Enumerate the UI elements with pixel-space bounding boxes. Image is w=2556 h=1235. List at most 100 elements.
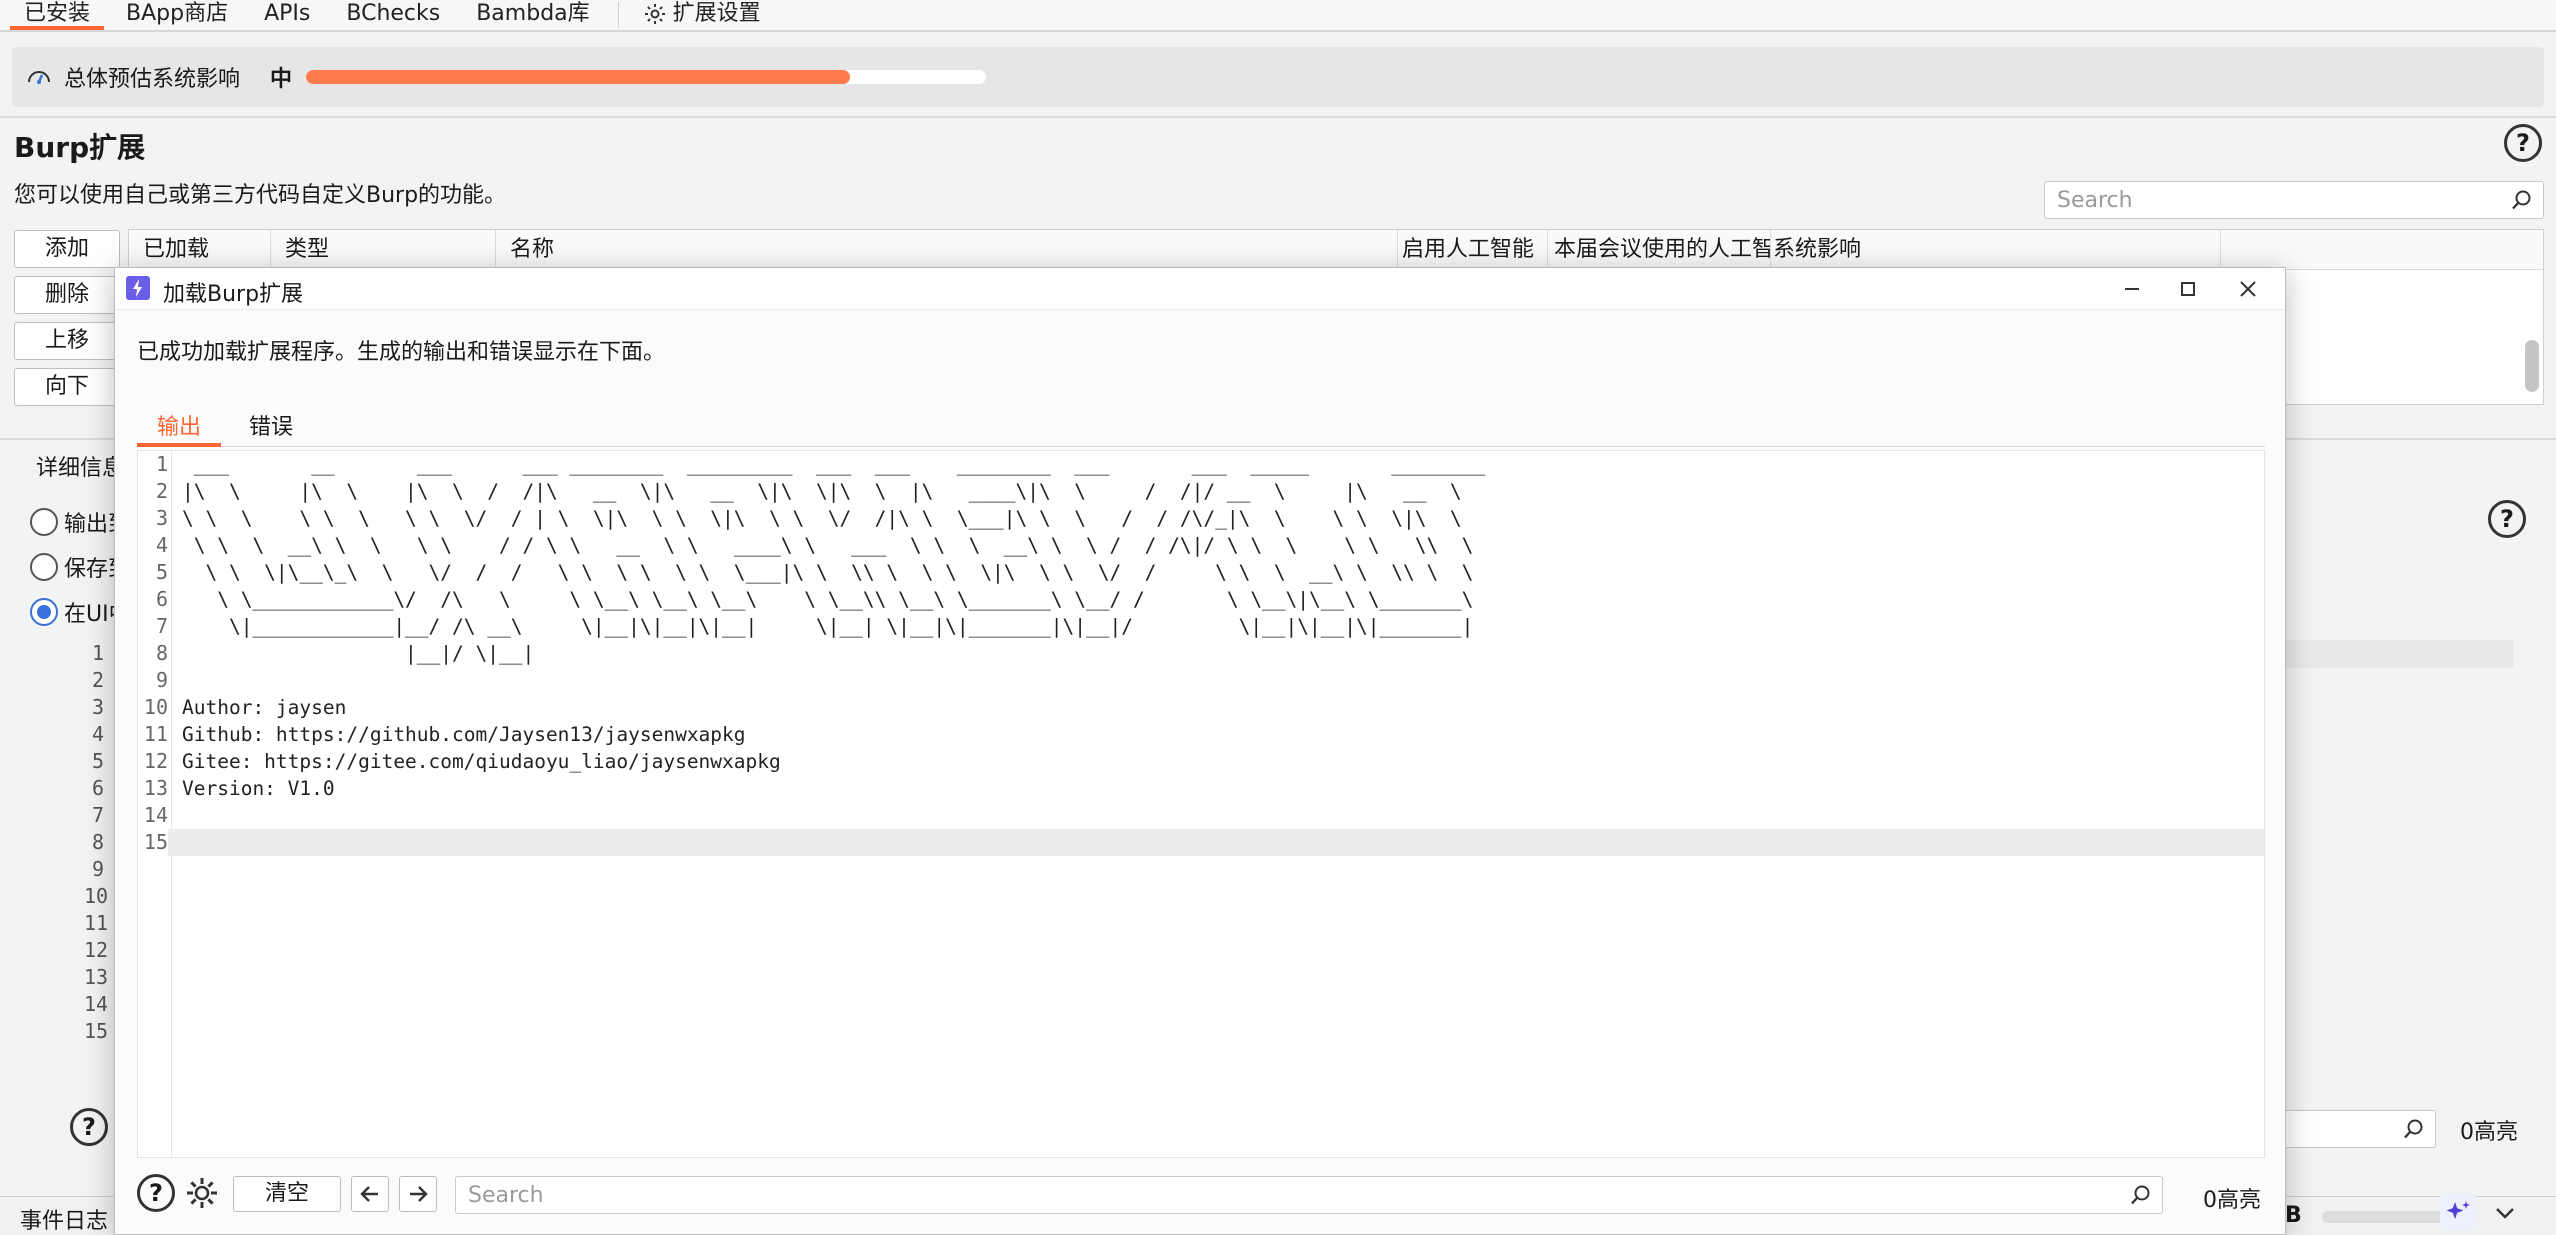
background-line-number: 6 (91, 776, 104, 800)
editor-line: 11 Github: https://github.com/Jaysen13/ja… (138, 721, 2264, 748)
background-line-number: 9 (91, 857, 104, 881)
tab-output[interactable]: 输出 (137, 413, 222, 447)
burp-bolt-icon (126, 276, 150, 300)
background-line-number: 4 (91, 722, 104, 746)
background-line-number: 10 (84, 884, 109, 908)
settings-gear-icon[interactable] (183, 1174, 221, 1212)
chevron-down-icon[interactable] (2490, 1198, 2520, 1228)
tab-installed[interactable]: 已安装 (10, 0, 105, 30)
maximize-icon[interactable] (2173, 274, 2203, 304)
table-scrollbar[interactable] (2525, 340, 2539, 392)
line-number: 11 (143, 722, 168, 746)
background-highlight-count: 0高亮 (2460, 1120, 2518, 1145)
tab-extension-settings-label: 扩展设置 (672, 1, 761, 26)
editor-line: 14 (138, 802, 2264, 829)
ai-sparkle-icon[interactable] (2440, 1194, 2476, 1230)
column-loaded[interactable]: 已加载 (129, 230, 271, 269)
tab-separator (617, 2, 619, 28)
column-type[interactable]: 类型 (271, 230, 496, 269)
burp-extensions-window: 已安装 BApp商店 APIs BChecks Bambda库 扩展设置 总体预… (0, 0, 2556, 1235)
background-line-numbers: 1 2 3 4 5 6 7 8 9 10 11 12 13 14 15 (84, 640, 109, 1045)
radio-show-in-ui[interactable] (30, 598, 58, 626)
editor-line: 6 \ \____________\/ /\ \ \ \__\ \__\ \__… (138, 586, 2264, 613)
tab-bapp-store[interactable]: BApp商店 (112, 0, 242, 30)
background-line-number: 11 (84, 911, 109, 935)
move-up-button[interactable]: 上移 (14, 322, 120, 360)
extension-search-placeholder: Search (2057, 187, 2133, 213)
editor-line: 12 Gitee: https://gitee.com/qiudaoyu_liao… (138, 748, 2264, 775)
arrow-right-icon (410, 1186, 428, 1202)
background-line-number: 1 (91, 641, 104, 665)
tab-errors[interactable]: 错误 (229, 413, 313, 447)
line-text: \ \ \|\__\_\ \ \/ / / \ \ \ \ \ \ \___|\… (182, 561, 1474, 584)
close-icon[interactable] (2233, 274, 2263, 304)
line-number: 14 (143, 803, 168, 827)
details-tab[interactable]: 详细信息 (36, 450, 124, 482)
impact-label: 总体预估系统影响 (64, 67, 241, 92)
impact-progress-fill (306, 70, 851, 84)
extensions-table-header: 已加载 类型 名称 启用人工智能 本届会议使用的人工智能积分 系统影响 (129, 230, 2543, 270)
divider (0, 116, 2556, 118)
move-down-button[interactable]: 向下 (14, 368, 120, 406)
tab-bambda-library[interactable]: Bambda库 (462, 0, 603, 30)
line-number: 9 (155, 668, 168, 692)
previous-match-button[interactable] (351, 1176, 389, 1212)
gear-icon (644, 4, 665, 24)
line-text: \|____________|__/ /\ __\ \|__|\|__|\|__… (182, 615, 1474, 638)
tab-apis[interactable]: APIs (250, 0, 324, 30)
add-button[interactable]: 添加 (14, 230, 120, 268)
clear-button[interactable]: 清空 (233, 1176, 341, 1212)
column-ai-credits[interactable]: 本届会议使用的人工智能积分 (1548, 230, 1771, 269)
next-match-button[interactable] (399, 1176, 437, 1212)
search-icon (2512, 190, 2531, 210)
line-number: 7 (155, 614, 168, 638)
memory-unit: B (2285, 1203, 2302, 1228)
event-log-tab[interactable]: 事件日志 (20, 1203, 108, 1235)
background-line-number: 13 (84, 965, 109, 989)
line-text: |__|/ \|__| (182, 642, 535, 665)
line-number: 8 (155, 641, 168, 665)
minimize-icon[interactable] (2117, 274, 2147, 304)
editor-line: 1 ___ __ ___ ___ ________ _________ ___ … (138, 451, 2264, 478)
line-number: 4 (155, 533, 168, 557)
page-description: 您可以使用自己或第三方代码自定义Burp的功能。 (14, 183, 507, 208)
page-title: Burp扩展 (14, 131, 146, 164)
background-current-line (2250, 640, 2514, 668)
line-number: 6 (155, 587, 168, 611)
load-extension-dialog: 加载Burp扩展 已成功加载扩展程序。生成的输出和错误显示在下面。 输出 错误 … (114, 267, 2286, 1235)
output-highlight-count: 0高亮 (2203, 1188, 2261, 1213)
column-name[interactable]: 名称 (496, 230, 1398, 269)
line-text: \ \ \ __\ \ \ \ \ / / \ \ __ \ \ ____\ \… (182, 534, 1474, 557)
line-text: Author: jaysen (182, 696, 347, 719)
tab-bchecks[interactable]: BChecks (332, 0, 454, 30)
tab-extension-settings[interactable]: 扩展设置 (629, 0, 775, 30)
top-tab-bar: 已安装 BApp商店 APIs BChecks Bambda库 扩展设置 (0, 0, 2556, 32)
line-number: 15 (138, 829, 168, 856)
help-icon[interactable]: ? (2504, 124, 2542, 162)
details-help-icon[interactable]: ? (2488, 500, 2526, 538)
radio-output-console[interactable] (30, 508, 58, 536)
extension-search-input[interactable]: Search (2044, 181, 2544, 219)
background-line-number: 15 (84, 1019, 109, 1043)
output-editor[interactable]: 1 ___ __ ___ ___ ________ _________ ___ … (137, 450, 2265, 1158)
line-text: Version: V1.0 (182, 777, 335, 800)
dialog-title: 加载Burp扩展 (163, 282, 304, 307)
background-line-number: 5 (91, 749, 104, 773)
line-text: Gitee: https://gitee.com/qiudaoyu_liao/j… (182, 750, 781, 773)
dialog-title-bar[interactable]: 加载Burp扩展 (115, 268, 2285, 310)
line-text: \ \____________\/ /\ \ \ \__\ \__\ \__\ … (182, 588, 1474, 611)
column-ai-enabled[interactable]: 启用人工智能 (1398, 230, 1548, 269)
background-help-icon[interactable]: ? (70, 1108, 108, 1146)
output-search-input[interactable]: Search (455, 1176, 2163, 1214)
dialog-help-icon[interactable]: ? (137, 1174, 175, 1212)
dialog-message: 已成功加载扩展程序。生成的输出和错误显示在下面。 (137, 340, 666, 365)
system-impact-bar: 总体预估系统影响 中 (12, 47, 2544, 107)
editor-line: 15 (138, 829, 2264, 856)
radio-save-file[interactable] (30, 553, 58, 581)
line-text: Github: https://github.com/Jaysen13/jays… (182, 723, 746, 746)
column-system-impact[interactable]: 系统影响 (1771, 230, 2221, 269)
remove-button[interactable]: 删除 (14, 276, 120, 314)
line-number: 1 (155, 452, 168, 476)
editor-line: 10 Author: jaysen (138, 694, 2264, 721)
editor-line: 9 (138, 667, 2264, 694)
